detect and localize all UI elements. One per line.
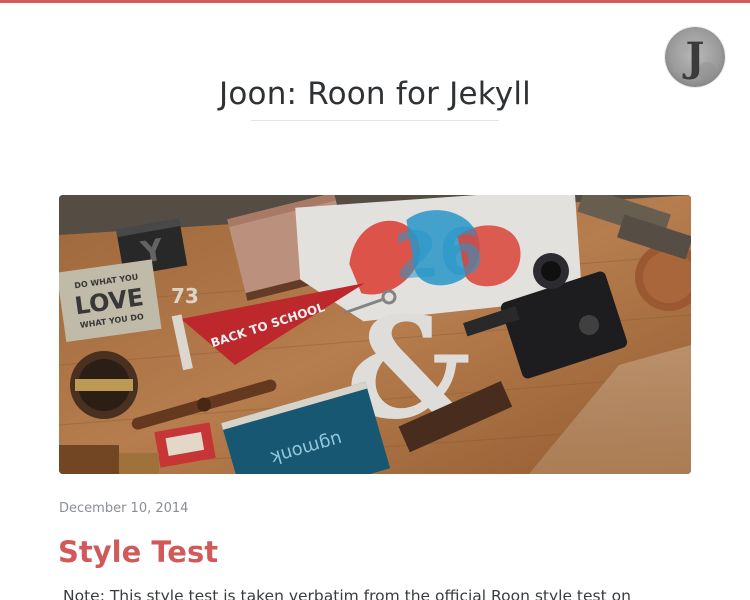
- site-title-link[interactable]: Joon: Roon for Jekyll: [219, 76, 531, 112]
- page: J Joon: Roon for Jekyll Y 26 DO WHAT YOU…: [0, 0, 750, 600]
- title-underline: [251, 120, 499, 121]
- top-accent-bar: [0, 0, 750, 3]
- site-title: Joon: Roon for Jekyll: [0, 72, 750, 116]
- post-date: December 10, 2014: [59, 501, 189, 516]
- hero-image[interactable]: Y 26 DO WHAT YOU LOVE WHAT YOU DO 73 BAC…: [59, 195, 691, 474]
- hero-illustration: Y 26 DO WHAT YOU LOVE WHAT YOU DO 73 BAC…: [59, 195, 691, 474]
- post-excerpt: Note: This style test is taken verbatim …: [63, 587, 631, 600]
- post-title: Style Test: [58, 532, 218, 572]
- post-title-link[interactable]: Style Test: [58, 535, 218, 569]
